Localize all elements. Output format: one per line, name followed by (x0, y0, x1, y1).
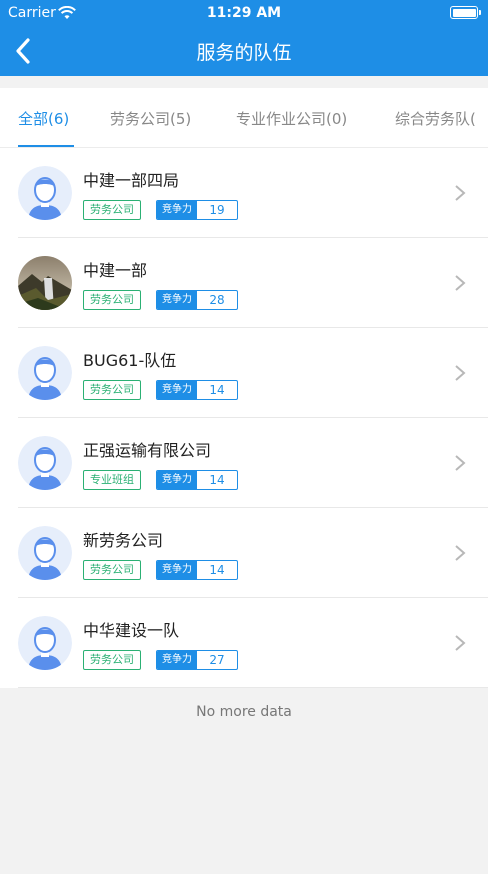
battery-icon (450, 6, 481, 19)
active-tab-indicator (18, 145, 74, 147)
competitiveness-score: 27 (209, 653, 225, 667)
chevron-right-icon (455, 635, 466, 651)
tab-professional-company[interactable]: 专业作业公司(0) (236, 108, 347, 129)
competitiveness-score: 14 (209, 563, 225, 577)
person-avatar-icon (18, 346, 72, 400)
competitiveness-label: 竞争力 (157, 561, 197, 579)
row-divider (18, 687, 488, 688)
person-avatar-icon (18, 526, 72, 580)
competitiveness-label: 竞争力 (157, 381, 197, 399)
team-name: BUG61-队伍 (83, 351, 177, 370)
chevron-right-icon (455, 275, 466, 291)
competitiveness-score: 14 (209, 473, 225, 487)
competitiveness-badge: 竞争力 14 (156, 560, 238, 580)
tab-all[interactable]: 全部(6) (18, 108, 69, 129)
page-title: 服务的队伍 (196, 42, 292, 64)
team-name: 正强运输有限公司 (83, 441, 212, 460)
team-row[interactable]: 中建一部四局 劳务公司 竞争力 19 (0, 148, 488, 238)
team-type-badge: 劳务公司 (83, 560, 141, 580)
chevron-right-icon (455, 185, 466, 201)
category-tabs: 全部(6) 劳务公司(5) 专业作业公司(0) 综合劳务队( (0, 88, 488, 148)
competitiveness-score: 14 (209, 383, 225, 397)
competitiveness-label: 竞争力 (157, 651, 197, 669)
chevron-right-icon (455, 365, 466, 381)
clock: 11:29 AM (206, 5, 282, 21)
competitiveness-badge: 竞争力 19 (156, 200, 238, 220)
team-list: 中建一部四局 劳务公司 竞争力 19 中建一部 劳务公司 竞争力 28 BUG6… (0, 148, 488, 688)
competitiveness-badge: 竞争力 14 (156, 470, 238, 490)
list-end-message: No more data (196, 704, 292, 720)
tab-general-labor-team[interactable]: 综合劳务队( (395, 108, 476, 129)
tab-labor-company[interactable]: 劳务公司(5) (110, 108, 191, 129)
team-row[interactable]: 中建一部 劳务公司 竞争力 28 (0, 238, 488, 328)
person-avatar-icon (18, 616, 72, 670)
photo-avatar (18, 256, 72, 310)
competitiveness-label: 竞争力 (157, 291, 197, 309)
team-type-badge: 专业班组 (83, 470, 141, 490)
competitiveness-badge: 竞争力 14 (156, 380, 238, 400)
competitiveness-badge: 竞争力 28 (156, 290, 238, 310)
team-row[interactable]: 新劳务公司 劳务公司 竞争力 14 (0, 508, 488, 598)
team-row[interactable]: 正强运输有限公司 专业班组 竞争力 14 (0, 418, 488, 508)
team-row[interactable]: BUG61-队伍 劳务公司 竞争力 14 (0, 328, 488, 418)
chevron-right-icon (455, 455, 466, 471)
team-row[interactable]: 中华建设一队 劳务公司 竞争力 27 (0, 598, 488, 688)
chevron-right-icon (455, 545, 466, 561)
team-type-badge: 劳务公司 (83, 650, 141, 670)
team-name: 中建一部 (83, 261, 148, 280)
navigation-bar: 服务的队伍 (0, 26, 488, 76)
competitiveness-score: 19 (209, 203, 225, 217)
team-name: 新劳务公司 (83, 531, 164, 550)
competitiveness-label: 竞争力 (157, 471, 197, 489)
competitiveness-score: 28 (209, 293, 225, 307)
team-type-badge: 劳务公司 (83, 290, 141, 310)
person-avatar-icon (18, 166, 72, 220)
team-type-badge: 劳务公司 (83, 380, 141, 400)
competitiveness-label: 竞争力 (157, 201, 197, 219)
competitiveness-badge: 竞争力 27 (156, 650, 238, 670)
status-bar: Carrier 11:29 AM (0, 0, 488, 26)
person-avatar-icon (18, 436, 72, 490)
team-type-badge: 劳务公司 (83, 200, 141, 220)
team-name: 中华建设一队 (83, 621, 180, 640)
team-name: 中建一部四局 (83, 171, 180, 190)
